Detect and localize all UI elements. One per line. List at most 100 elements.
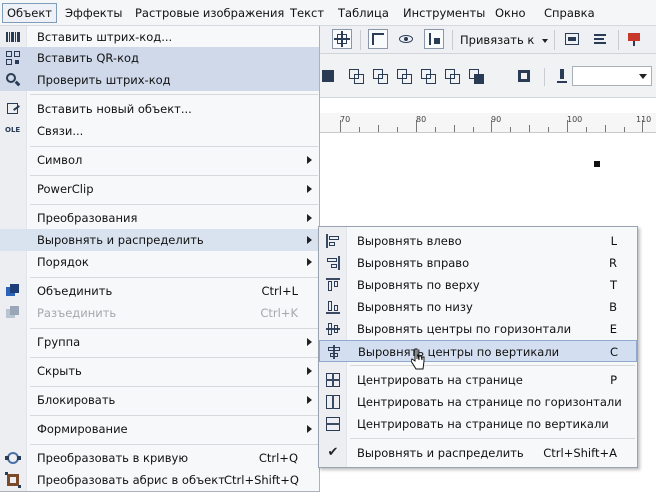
menu-item-label: Вставить штрих-код... [37,30,173,44]
ruler-label: 80 [416,115,427,124]
ruler-label: 70 [340,115,351,124]
menu-item-group[interactable]: Группа [0,331,319,353]
checkmark-icon: ✔ [327,445,339,460]
submenu-item-shortcut: E [609,322,617,336]
submenu-item-align-distribute-docker[interactable]: ✔ Выровнять и распределить Ctrl+Shift+A [319,442,637,464]
menu-item-powerclip[interactable]: PowerClip [0,178,319,200]
view-eye-icon[interactable] [396,29,416,49]
object-menu: Вставить штрих-код... Вставить QR-код Пр… [0,26,320,492]
submenu-item-align-right[interactable]: Выровнять вправо R [319,252,637,274]
submenu-item-label: Выровнять и распределить [357,446,524,460]
submenu-item-align-centers-vertical[interactable]: Выровнять центры по вертикали C [319,340,637,362]
outline-pen-icon[interactable] [552,66,572,86]
menu-item-align-distribute[interactable]: Выровнять и распределить [0,229,319,251]
ole-icon: OLE [5,126,21,134]
menu-effects[interactable]: Эффекты [61,3,127,23]
chevron-right-icon [307,338,312,346]
menu-item-links[interactable]: OLE Связи... [0,120,319,142]
menu-item-outline-to-object[interactable]: Преобразовать абрис в объект Ctrl+Shift+… [0,469,319,491]
submenu-item-shortcut: L [610,234,617,248]
menu-item-label: Вставить QR-код [37,51,140,65]
menu-item-label: Блокировать [37,393,116,407]
launcher-icon[interactable] [624,29,644,49]
outline-width-select[interactable] [572,66,652,86]
submenu-item-center-page-horizontal[interactable]: Центрировать на странице по горизонтали [319,391,637,413]
menu-item-insert-qr-code[interactable]: Вставить QR-код [0,47,319,69]
menu-item-hide[interactable]: Скрыть [0,360,319,382]
submenu-item-shortcut: T [609,278,617,292]
ruler-label: 90 [491,115,502,124]
create-boundary-icon[interactable] [466,66,486,86]
submenu-item-label: Выровнять по верху [357,278,480,292]
submenu-item-align-bottom[interactable]: Выровнять по низу B [319,296,637,318]
menu-item-transformations[interactable]: Преобразования [0,207,319,229]
weld-icon[interactable] [318,66,338,86]
selection-handle[interactable] [594,161,600,167]
trim-icon[interactable] [346,66,366,86]
menu-item-label: Формирование [37,422,128,436]
front-minus-back-icon[interactable] [418,66,438,86]
align-distribute-icon[interactable] [514,66,534,86]
snap-to-dropdown[interactable]: Привязать к [460,33,549,47]
break-apart-icon [5,305,21,321]
snap-grid-button[interactable] [332,29,352,49]
menu-item-convert-to-curves[interactable]: Преобразовать в кривую Ctrl+Q [0,447,319,469]
submenu-item-label: Центрировать на странице по горизонтали [357,395,622,409]
align-center-vertical-icon [326,344,342,360]
snap-objects-button[interactable] [424,29,444,49]
mouse-pointer-icon [411,348,425,370]
submenu-item-label: Выровнять влево [357,234,462,248]
intersect-icon[interactable] [370,66,390,86]
menu-item-combine[interactable]: Объединить Ctrl+L [0,280,319,302]
convert-curve-icon [5,450,21,466]
submenu-item-label: Выровнять центры по вертикали [358,345,560,359]
simplify-icon[interactable] [394,66,414,86]
menu-window[interactable]: Окно [491,3,530,23]
submenu-item-center-page-vertical[interactable]: Центрировать на странице по вертикали [319,413,637,435]
menu-item-insert-new-object[interactable]: Вставить новый объект... [0,98,319,120]
submenu-item-shortcut: B [609,300,617,314]
options-icon[interactable] [562,29,582,49]
rulers-button[interactable] [368,29,388,49]
submenu-item-align-left[interactable]: Выровнять влево L [319,230,637,252]
menu-item-shaping[interactable]: Формирование [0,418,319,440]
outline-to-object-icon [5,472,21,488]
menu-bitmaps[interactable]: Растровые изображения [131,3,288,23]
back-minus-front-icon[interactable] [442,66,462,86]
menu-text[interactable]: Текст [286,3,328,23]
menu-item-label: Выровнять и распределить [37,233,204,247]
submenu-item-align-centers-horizontal[interactable]: Выровнять центры по горизонтали E [319,318,637,340]
menu-item-order[interactable]: Порядок [0,251,319,273]
menu-table[interactable]: Таблица [334,3,393,23]
snap-to-label: Привязать к [460,33,535,47]
menu-item-lock[interactable]: Блокировать [0,389,319,411]
menu-item-label: Вставить новый объект... [37,102,192,116]
ruler-label: 100 [567,115,583,124]
menu-item-shortcut: Ctrl+L [261,284,298,298]
property-bar [318,54,656,98]
menu-item-label: Объединить [37,284,113,298]
submenu-item-label: Выровнять центры по горизонтали [357,322,572,336]
chevron-right-icon [307,367,312,375]
submenu-item-center-page[interactable]: Центрировать на странице P [319,369,637,391]
align-center-horizontal-icon [325,321,341,337]
menu-item-shortcut: Ctrl+Shift+Q [224,473,299,487]
chevron-right-icon [307,236,312,244]
menu-item-check-barcode[interactable]: Проверить штрих-код [0,69,319,91]
settings-list-icon[interactable] [590,29,610,49]
menu-help[interactable]: Справка [540,3,599,23]
menu-object[interactable]: Объект [2,3,57,23]
submenu-item-label: Центрировать на странице [357,373,523,387]
menu-item-insert-barcode[interactable]: Вставить штрих-код... [0,26,319,48]
menu-item-symbol[interactable]: Символ [0,149,319,171]
menu-item-label: Разъединить [37,306,117,320]
submenu-item-align-top[interactable]: Выровнять по верху T [319,274,637,296]
align-bottom-icon [325,299,341,315]
standard-toolbar: Привязать к [318,26,656,54]
chevron-down-icon [639,74,647,79]
menu-tools[interactable]: Инструменты [399,3,489,23]
chevron-right-icon [307,396,312,404]
submenu-item-shortcut: Ctrl+Shift+A [543,446,617,460]
align-distribute-submenu: Выровнять влево L Выровнять вправо R Выр… [318,226,638,468]
submenu-item-shortcut: P [610,373,617,387]
